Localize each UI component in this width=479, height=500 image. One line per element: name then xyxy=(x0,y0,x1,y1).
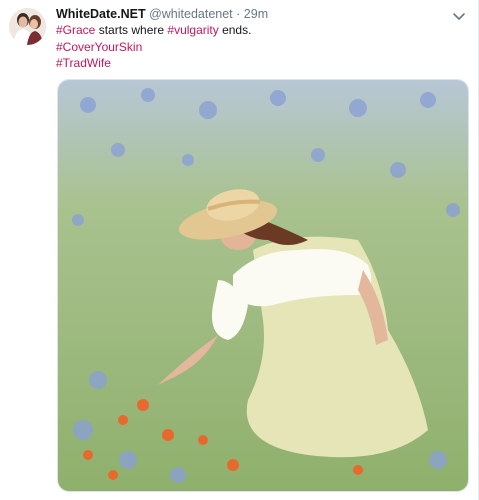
tweet-text: #Grace starts where #vulgarity ends. #Co… xyxy=(56,22,251,72)
chevron-down-icon[interactable] xyxy=(451,8,467,24)
hashtag-vulgarity[interactable]: #vulgarity xyxy=(167,23,218,37)
tweet-header: WhiteDate.NET @whitedatenet · 29m xyxy=(56,6,449,22)
tweet-photo[interactable] xyxy=(57,79,469,492)
hashtag-tradwife[interactable]: #TradWife xyxy=(56,56,111,70)
user-handle[interactable]: @whitedatenet xyxy=(149,7,233,21)
tweet-line-3: #TradWife xyxy=(56,55,251,72)
tweet-line-1: #Grace starts where #vulgarity ends. xyxy=(56,22,251,39)
avatar[interactable] xyxy=(9,8,46,45)
tweet-line-2: #CoverYourSkin xyxy=(56,39,251,56)
hashtag-coveryourskin[interactable]: #CoverYourSkin xyxy=(56,40,142,54)
tweet[interactable]: WhiteDate.NET @whitedatenet · 29m #Grace… xyxy=(0,0,479,500)
timestamp[interactable]: 29m xyxy=(244,7,268,21)
photo-woman-in-flower-field xyxy=(58,80,468,491)
hashtag-grace[interactable]: #Grace xyxy=(56,23,95,37)
tweet-text-part: starts where xyxy=(95,23,168,37)
avatar-image xyxy=(9,8,46,45)
separator-dot: · xyxy=(236,7,241,21)
tweet-text-part: ends. xyxy=(218,23,252,37)
display-name[interactable]: WhiteDate.NET xyxy=(56,7,146,21)
